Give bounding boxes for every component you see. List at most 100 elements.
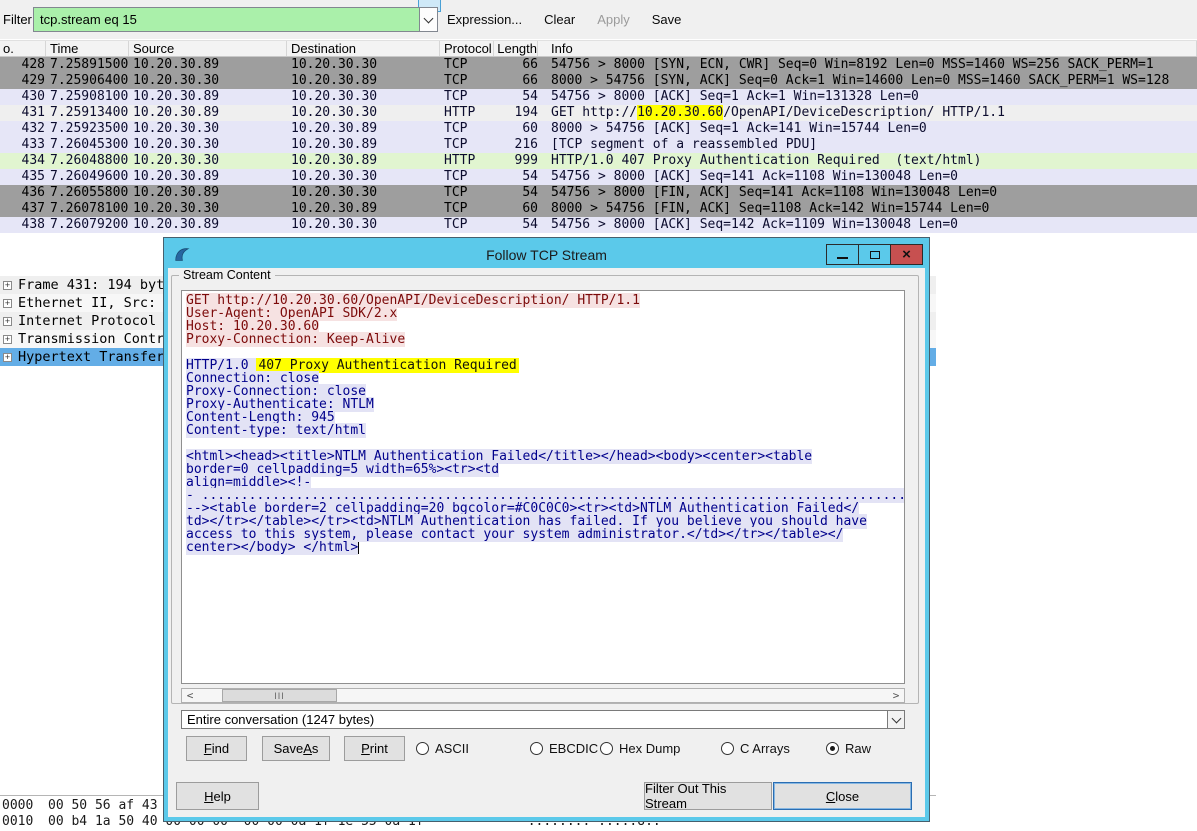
packet-row[interactable]: 4377.2607810010.20.30.3010.20.30.89TCP60…	[0, 201, 1197, 217]
expander-icon[interactable]: +	[3, 281, 12, 290]
radio-label: C Arrays	[740, 741, 790, 756]
hex-offset: 0010	[2, 814, 48, 829]
filter-input[interactable]	[33, 7, 437, 32]
packet-row[interactable]: 4337.2604530010.20.30.3010.20.30.89TCP21…	[0, 137, 1197, 153]
cell-time: 7.26048800	[46, 153, 129, 169]
wireshark-window: Filter: Expression... Clear Apply Save o.Ti…	[0, 0, 1197, 831]
cell-no: 436	[0, 185, 46, 201]
cell-src: 10.20.30.30	[129, 153, 287, 169]
cell-len: 194	[494, 105, 538, 121]
save-as-button[interactable]: Save As	[262, 736, 330, 761]
maximize-icon	[870, 251, 880, 259]
expander-icon[interactable]: +	[3, 353, 12, 362]
filter-action-apply[interactable]: Apply	[597, 12, 630, 27]
cell-info: 54756 > 8000 [FIN, ACK] Seq=141 Ack=1108…	[538, 185, 1197, 201]
packet-row[interactable]: 4317.2591340010.20.30.8910.20.30.30HTTP1…	[0, 105, 1197, 121]
cell-src: 10.20.30.30	[129, 201, 287, 217]
packet-row[interactable]: 4307.2590810010.20.30.8910.20.30.30TCP54…	[0, 89, 1197, 105]
cell-proto: TCP	[440, 57, 494, 73]
stream-content-text[interactable]: GET http://10.20.30.60/OpenAPI/DeviceDes…	[181, 290, 905, 684]
tree-item-label: Hypertext Transfer	[18, 348, 172, 366]
cell-len: 60	[494, 201, 538, 217]
column-header-len[interactable]: Length	[494, 41, 538, 56]
cell-proto: TCP	[440, 121, 494, 137]
column-header-no[interactable]: o.	[0, 41, 46, 56]
cell-proto: TCP	[440, 217, 494, 233]
conversation-select[interactable]: Entire conversation (1247 bytes)	[181, 710, 905, 729]
cell-info: 8000 > 54756 [ACK] Seq=1 Ack=141 Win=157…	[538, 121, 1197, 137]
cell-src: 10.20.30.30	[129, 137, 287, 153]
cell-len: 54	[494, 217, 538, 233]
close-button[interactable]: Close	[773, 782, 912, 810]
radio-ascii[interactable]: ASCII	[416, 738, 469, 758]
follow-tcp-stream-dialog: Follow TCP Stream × Stream Content GET h…	[164, 238, 929, 821]
request-text: Proxy-Connection: Keep-Alive	[186, 332, 405, 347]
expander-icon[interactable]: +	[3, 317, 12, 326]
cell-time: 7.26055800	[46, 185, 129, 201]
filter-actions: Expression... Clear Apply Save	[447, 0, 681, 39]
packet-row[interactable]: 4357.2604960010.20.30.8910.20.30.30TCP54…	[0, 169, 1197, 185]
hex-bytes: 00 50 56 af 43	[48, 798, 158, 813]
filter-action-save[interactable]: Save	[652, 12, 682, 27]
combo-dropdown-icon[interactable]	[887, 711, 904, 728]
filter-action-expression[interactable]: Expression...	[447, 12, 522, 27]
filter-label: Filter:	[3, 12, 36, 27]
dialog-body: Stream Content GET http://10.20.30.60/Op…	[168, 268, 925, 817]
cell-src: 10.20.30.89	[129, 57, 287, 73]
column-header-info[interactable]: Info	[538, 41, 1197, 56]
hex-row[interactable]: 000000 50 56 af 43	[2, 798, 158, 813]
radio-hexdump[interactable]: Hex Dump	[600, 738, 680, 758]
horizontal-scrollbar[interactable]: < III >	[181, 688, 905, 703]
scroll-left-icon[interactable]: <	[182, 689, 198, 702]
packet-row[interactable]: 4327.2592350010.20.30.3010.20.30.89TCP60…	[0, 121, 1197, 137]
minimize-button[interactable]	[826, 244, 859, 265]
column-header-dst[interactable]: Destination	[287, 41, 440, 56]
packet-row[interactable]: 4387.2607920010.20.30.8910.20.30.30TCP54…	[0, 217, 1197, 233]
tree-item-label: Ethernet II, Src: 0	[18, 294, 172, 312]
cell-no: 430	[0, 89, 46, 105]
cell-dst: 10.20.30.30	[287, 57, 440, 73]
radio-circle-icon	[530, 742, 543, 755]
cell-no: 431	[0, 105, 46, 121]
radio-ebcdic[interactable]: EBCDIC	[530, 738, 598, 758]
column-header-time[interactable]: Time	[46, 41, 129, 56]
packet-row[interactable]: 4347.2604880010.20.30.3010.20.30.89HTTP9…	[0, 153, 1197, 169]
cell-proto: TCP	[440, 185, 494, 201]
cell-info: 54756 > 8000 [ACK] Seq=142 Ack=1109 Win=…	[538, 217, 1197, 233]
cell-len: 54	[494, 185, 538, 201]
help-button[interactable]: Help	[176, 782, 259, 810]
packet-row[interactable]: 4297.2590640010.20.30.3010.20.30.89TCP66…	[0, 73, 1197, 89]
find-button[interactable]: Find	[186, 736, 247, 761]
close-window-button[interactable]: ×	[890, 244, 923, 265]
scroll-right-icon[interactable]: >	[888, 689, 904, 702]
dialog-titlebar[interactable]: Follow TCP Stream ×	[168, 242, 925, 268]
filter-out-stream-button[interactable]: Filter Out This Stream	[644, 782, 772, 810]
maximize-button[interactable]	[858, 244, 891, 265]
cell-time: 7.25913400	[46, 105, 129, 121]
packet-row[interactable]: 4287.2589150010.20.30.8910.20.30.30TCP66…	[0, 57, 1197, 73]
scrollbar-thumb[interactable]: III	[222, 689, 337, 702]
cell-len: 54	[494, 169, 538, 185]
filter-dropdown-icon[interactable]	[419, 7, 438, 32]
column-header-src[interactable]: Source	[129, 41, 287, 56]
cell-dst: 10.20.30.30	[287, 105, 440, 121]
cell-time: 7.25891500	[46, 57, 129, 73]
scrollbar-track[interactable]: III	[198, 689, 888, 702]
cell-time: 7.26078100	[46, 201, 129, 217]
cell-dst: 10.20.30.30	[287, 217, 440, 233]
expander-icon[interactable]: +	[3, 299, 12, 308]
expander-icon[interactable]: +	[3, 335, 12, 344]
radio-label: Hex Dump	[619, 741, 680, 756]
cell-dst: 10.20.30.89	[287, 121, 440, 137]
cell-len: 54	[494, 89, 538, 105]
cell-no: 434	[0, 153, 46, 169]
column-header-proto[interactable]: Protocol	[440, 41, 494, 56]
print-button[interactable]: Print	[344, 736, 405, 761]
response-text: center></body> </html>	[186, 540, 358, 555]
packet-row[interactable]: 4367.2605580010.20.30.8910.20.30.30TCP54…	[0, 185, 1197, 201]
radio-raw[interactable]: Raw	[826, 738, 871, 758]
packet-list: 4287.2589150010.20.30.8910.20.30.30TCP66…	[0, 57, 1197, 233]
radio-carrays[interactable]: C Arrays	[721, 738, 790, 758]
cell-info: 54756 > 8000 [ACK] Seq=141 Ack=1108 Win=…	[538, 169, 1197, 185]
filter-action-clear[interactable]: Clear	[544, 12, 575, 27]
